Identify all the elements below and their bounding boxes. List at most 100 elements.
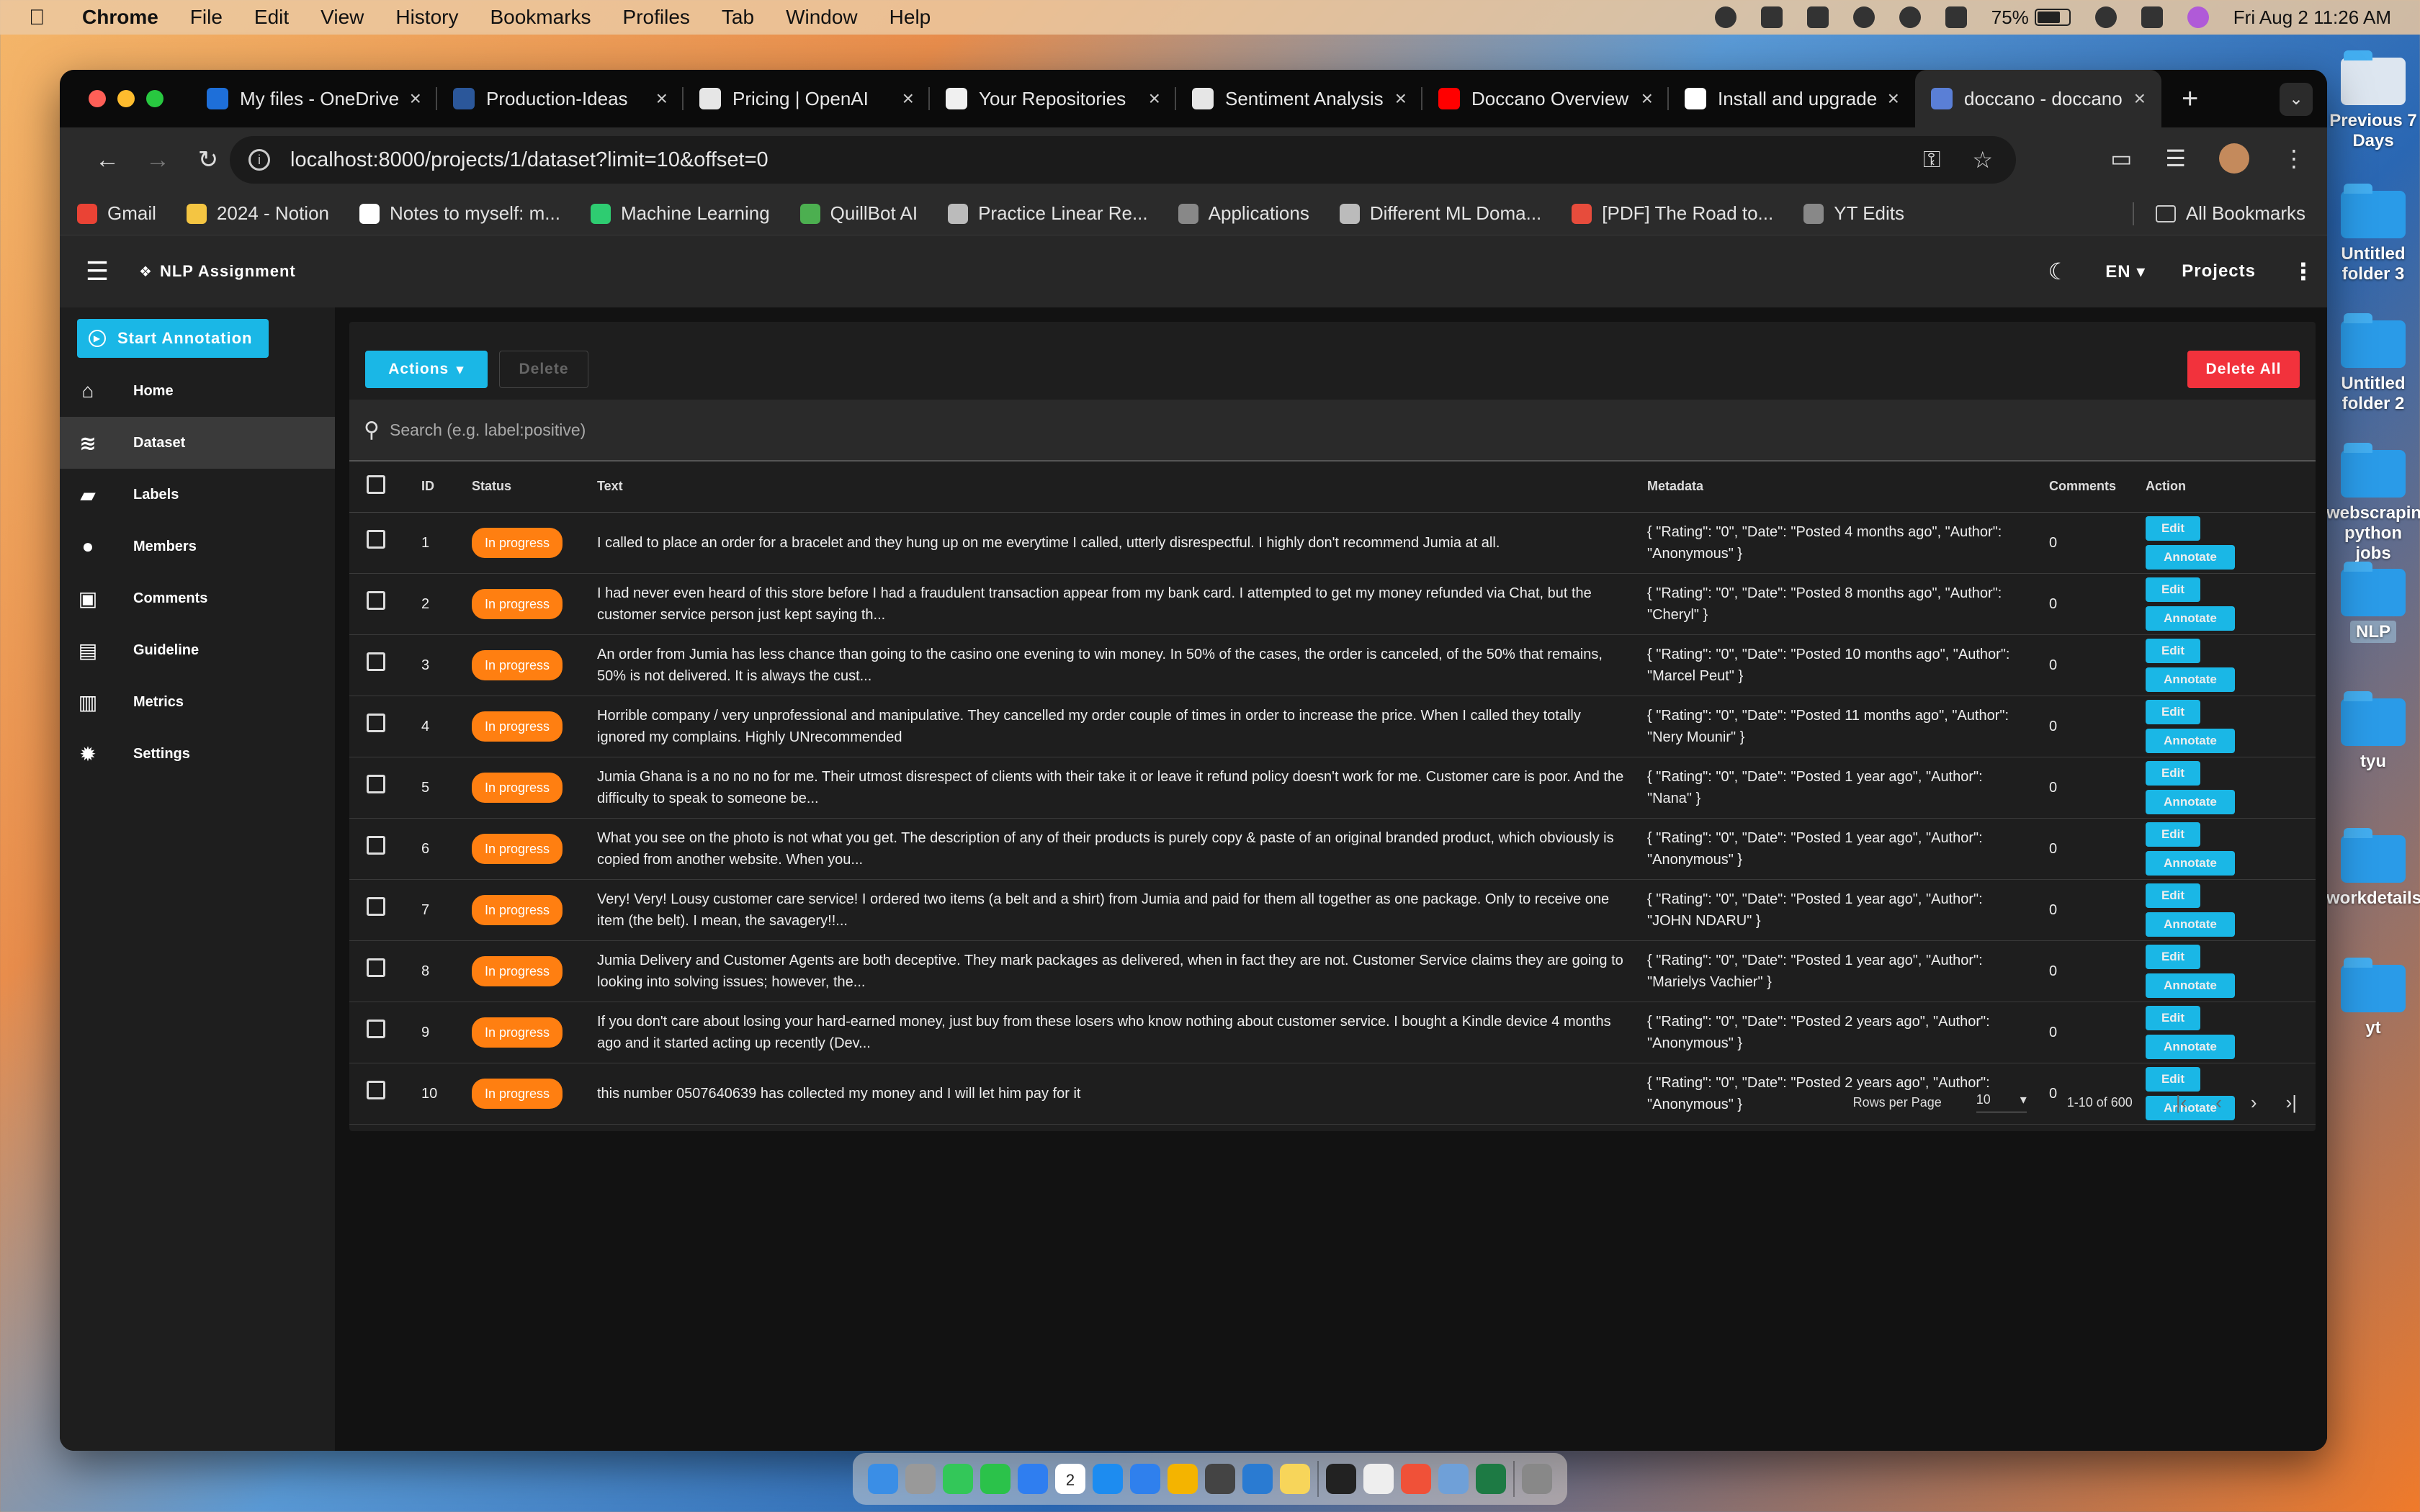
battery-status[interactable]: 75%: [1991, 6, 2071, 29]
project-title[interactable]: ❖ NLP Assignment: [139, 262, 296, 281]
excel-icon[interactable]: [1476, 1464, 1506, 1494]
rows-per-page-select[interactable]: 10 ▾: [1976, 1092, 2027, 1112]
desktop-item-untitled-folder-3[interactable]: Untitled folder 3: [2326, 184, 2420, 284]
menu-tab[interactable]: Tab: [722, 6, 754, 29]
edit-button[interactable]: Edit: [2146, 577, 2200, 602]
browser-tab[interactable]: Pricing | OpenAI ×: [684, 70, 930, 127]
bookmark-item[interactable]: YT Edits: [1803, 202, 1904, 225]
col-id[interactable]: ID: [421, 462, 472, 513]
desktop-item-previous-7-days[interactable]: Previous 7 Days: [2326, 50, 2420, 151]
time-machine-icon[interactable]: [1852, 6, 1875, 28]
browser-tab[interactable]: Sentiment Analysis ×: [1176, 70, 1422, 127]
address-bar[interactable]: i localhost:8000/projects/1/dataset?limi…: [230, 136, 2016, 184]
display-icon[interactable]: [1806, 6, 1829, 28]
close-window-button[interactable]: [89, 90, 106, 107]
zoom-window-button[interactable]: [146, 90, 163, 107]
vscode-icon[interactable]: [1242, 1464, 1273, 1494]
tab-close-icon[interactable]: ×: [2134, 87, 2146, 110]
record-icon[interactable]: [1714, 6, 1736, 28]
bookmark-item[interactable]: Practice Linear Re...: [948, 202, 1148, 225]
menu-bookmarks[interactable]: Bookmarks: [490, 6, 591, 29]
edit-button[interactable]: Edit: [2146, 638, 2200, 663]
browser-tab[interactable]: Production-Ideas ×: [437, 70, 684, 127]
chrome-menu-icon[interactable]: ⋮: [2282, 145, 2305, 172]
col-status[interactable]: Status: [472, 462, 597, 513]
desktop-item-yt[interactable]: yt: [2326, 958, 2420, 1038]
bookmark-item[interactable]: 2024 - Notion: [186, 202, 329, 225]
password-key-icon[interactable]: ⚿: [1923, 146, 1940, 174]
annotate-button[interactable]: Annotate: [2146, 728, 2235, 753]
more-vert-icon[interactable]: ⋮: [2292, 258, 2316, 285]
annotate-button[interactable]: Annotate: [2146, 850, 2235, 876]
next-page-icon[interactable]: ›: [2251, 1092, 2257, 1114]
hamburger-menu-icon[interactable]: ☰: [76, 256, 119, 287]
menu-history[interactable]: History: [395, 6, 458, 29]
col-text[interactable]: Text: [597, 462, 1647, 513]
sidebar-item-labels[interactable]: ▰ Labels: [60, 469, 335, 521]
row-checkbox[interactable]: [367, 775, 385, 793]
desktop-item-untitled-folder-2[interactable]: Untitled folder 2: [2326, 313, 2420, 414]
wifi-icon[interactable]: [2094, 6, 2117, 28]
edit-button[interactable]: Edit: [2146, 822, 2200, 847]
all-bookmarks-button[interactable]: All Bookmarks: [2186, 202, 2305, 225]
bookmark-item[interactable]: [PDF] The Road to...: [1572, 202, 1773, 225]
sidebar-item-home[interactable]: ⌂ Home: [60, 365, 335, 417]
back-button[interactable]: ←: [86, 146, 129, 174]
clock[interactable]: Fri Aug 2 11:26 AM: [2233, 6, 2391, 29]
last-page-icon[interactable]: ›|: [2286, 1092, 2297, 1114]
sidebar-item-dataset[interactable]: ≋ Dataset: [60, 417, 335, 469]
search-field[interactable]: ⚲ Search (e.g. label:positive): [349, 400, 2316, 462]
start-annotation-button[interactable]: ▶ Start Annotation: [77, 319, 269, 358]
select-all-checkbox[interactable]: [367, 475, 385, 495]
sidebar-item-comments[interactable]: ▣ Comments: [60, 572, 335, 624]
annotate-button[interactable]: Annotate: [2146, 1034, 2235, 1059]
menu-profiles[interactable]: Profiles: [623, 6, 690, 29]
notes-icon[interactable]: [1280, 1464, 1310, 1494]
menu-edit[interactable]: Edit: [254, 6, 289, 29]
col-metadata[interactable]: Metadata: [1647, 462, 2049, 513]
preview-icon[interactable]: [1438, 1464, 1469, 1494]
extensions-icon[interactable]: ▭: [2110, 145, 2132, 172]
browser-tab[interactable]: Install and upgrade ×: [1669, 70, 1915, 127]
swift-icon[interactable]: [1401, 1464, 1431, 1494]
textedit-icon[interactable]: [1363, 1464, 1394, 1494]
desktop-item-webscraping[interactable]: webscraping python jobs: [2326, 443, 2420, 564]
url-text[interactable]: localhost:8000/projects/1/dataset?limit=…: [290, 148, 768, 172]
play-icon[interactable]: [1899, 6, 1921, 28]
tab-close-icon[interactable]: ×: [1888, 87, 1899, 110]
delete-button[interactable]: Delete: [499, 351, 588, 388]
search-input[interactable]: Search (e.g. label:positive): [390, 420, 586, 440]
browser-tab[interactable]: Doccano Overview ×: [1422, 70, 1669, 127]
chrome-icon[interactable]: [1168, 1464, 1198, 1494]
terminal-icon[interactable]: [1326, 1464, 1356, 1494]
row-checkbox[interactable]: [367, 897, 385, 916]
language-selector[interactable]: EN ▾: [2105, 261, 2146, 282]
new-tab-button[interactable]: +: [2182, 83, 2198, 115]
chatgpt-icon[interactable]: [1205, 1464, 1235, 1494]
menu-view[interactable]: View: [321, 6, 364, 29]
safari-icon[interactable]: [1130, 1464, 1160, 1494]
edit-button[interactable]: Edit: [2146, 516, 2200, 541]
sidebar-item-guideline[interactable]: ▤ Guideline: [60, 624, 335, 676]
edit-button[interactable]: Edit: [2146, 944, 2200, 969]
launchpad-icon[interactable]: [905, 1464, 936, 1494]
site-info-icon[interactable]: i: [248, 149, 270, 171]
col-comments[interactable]: Comments: [2049, 462, 2146, 513]
annotate-button[interactable]: Annotate: [2146, 973, 2235, 998]
row-checkbox[interactable]: [367, 1020, 385, 1038]
edit-button[interactable]: Edit: [2146, 699, 2200, 724]
annotate-button[interactable]: Annotate: [2146, 606, 2235, 631]
bookmark-item[interactable]: Notes to myself: m...: [359, 202, 560, 225]
trash-icon[interactable]: [1522, 1464, 1552, 1494]
menu-help[interactable]: Help: [889, 6, 931, 29]
media-control-icon[interactable]: ☰: [2165, 145, 2186, 172]
row-checkbox[interactable]: [367, 714, 385, 732]
tab-search-button[interactable]: ⌄: [2280, 83, 2313, 116]
annotate-button[interactable]: Annotate: [2146, 544, 2235, 570]
finder-icon[interactable]: [868, 1464, 898, 1494]
actions-dropdown-button[interactable]: Actions ▾: [365, 351, 488, 388]
menu-window[interactable]: Window: [786, 6, 858, 29]
minimize-window-button[interactable]: [117, 90, 135, 107]
sidebar-item-metrics[interactable]: ▥ Metrics: [60, 676, 335, 728]
facetime-icon[interactable]: [980, 1464, 1010, 1494]
